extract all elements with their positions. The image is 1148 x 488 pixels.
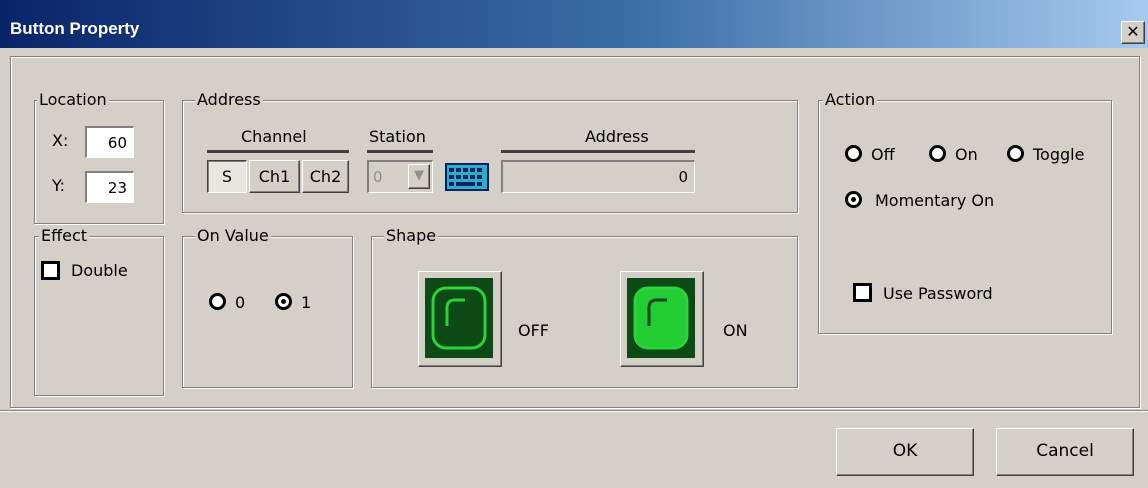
action-toggle-radio[interactable] bbox=[1007, 145, 1024, 162]
station-value: 0 bbox=[373, 168, 383, 186]
address-group: Address Channel Station Address S Ch1 Ch… bbox=[182, 89, 798, 213]
on-value-1-label: 1 bbox=[301, 293, 312, 312]
action-legend: Action bbox=[823, 89, 878, 111]
action-toggle-label: Toggle bbox=[1033, 145, 1085, 164]
use-password-checkbox[interactable] bbox=[853, 283, 872, 302]
station-header: Station bbox=[369, 127, 426, 146]
action-momentary-radio[interactable] bbox=[845, 191, 862, 208]
on-value-legend: On Value bbox=[195, 225, 271, 247]
location-legend: Location bbox=[37, 89, 109, 111]
ok-button[interactable]: OK bbox=[836, 428, 974, 476]
channel-ch2-button[interactable]: Ch2 bbox=[302, 160, 349, 193]
y-label: Y: bbox=[52, 176, 66, 195]
address-input[interactable]: 0 bbox=[501, 160, 695, 193]
close-icon: ✕ bbox=[1126, 22, 1140, 41]
address-header: Address bbox=[585, 127, 649, 146]
effect-group: Effect Double bbox=[34, 225, 164, 396]
close-button[interactable]: ✕ bbox=[1121, 21, 1145, 44]
effect-legend: Effect bbox=[39, 225, 90, 247]
action-momentary-label: Momentary On bbox=[875, 191, 995, 210]
shape-on-label: ON bbox=[723, 321, 748, 340]
channel-ch1-button[interactable]: Ch1 bbox=[249, 160, 300, 193]
address-legend: Address bbox=[195, 89, 263, 111]
cancel-button[interactable]: Cancel bbox=[996, 428, 1134, 476]
use-password-label: Use Password bbox=[883, 284, 993, 303]
shape-off-button[interactable] bbox=[418, 271, 502, 367]
button-on-shape-icon bbox=[633, 286, 689, 350]
action-off-radio[interactable] bbox=[845, 145, 862, 162]
keypad-button[interactable] bbox=[445, 163, 489, 191]
shape-on-button[interactable] bbox=[620, 271, 704, 367]
window-title: Button Property bbox=[10, 19, 140, 38]
footer-separator bbox=[0, 410, 1148, 412]
location-group: Location X: 60 Y: 23 bbox=[34, 89, 164, 224]
action-on-label: On bbox=[955, 145, 978, 164]
title-bar[interactable]: Button Property ✕ bbox=[0, 0, 1148, 48]
on-value-1-radio[interactable] bbox=[275, 293, 292, 310]
y-input[interactable]: 23 bbox=[85, 171, 134, 203]
double-label: Double bbox=[71, 261, 128, 280]
chevron-down-icon: ▼ bbox=[414, 168, 424, 183]
button-off-shape-icon bbox=[431, 286, 487, 350]
on-value-0-label: 0 bbox=[235, 293, 246, 312]
on-value-0-radio[interactable] bbox=[209, 293, 226, 310]
double-checkbox[interactable] bbox=[41, 261, 60, 280]
shape-legend: Shape bbox=[384, 225, 439, 247]
shape-group: Shape OFF ON bbox=[371, 225, 798, 388]
station-select[interactable]: 0 ▼ bbox=[367, 160, 433, 193]
channel-header: Channel bbox=[241, 127, 307, 146]
action-off-label: Off bbox=[871, 145, 895, 164]
x-label: X: bbox=[52, 131, 69, 150]
on-value-group: On Value 0 1 bbox=[182, 225, 353, 388]
shape-off-label: OFF bbox=[518, 321, 549, 340]
keypad-icon bbox=[445, 163, 489, 191]
channel-s-button[interactable]: S bbox=[207, 160, 247, 193]
x-input[interactable]: 60 bbox=[85, 126, 134, 158]
action-on-radio[interactable] bbox=[929, 145, 946, 162]
station-dropdown-button[interactable]: ▼ bbox=[408, 164, 430, 189]
action-group: Action Off On Toggle Momentary On Use Pa… bbox=[818, 89, 1112, 334]
